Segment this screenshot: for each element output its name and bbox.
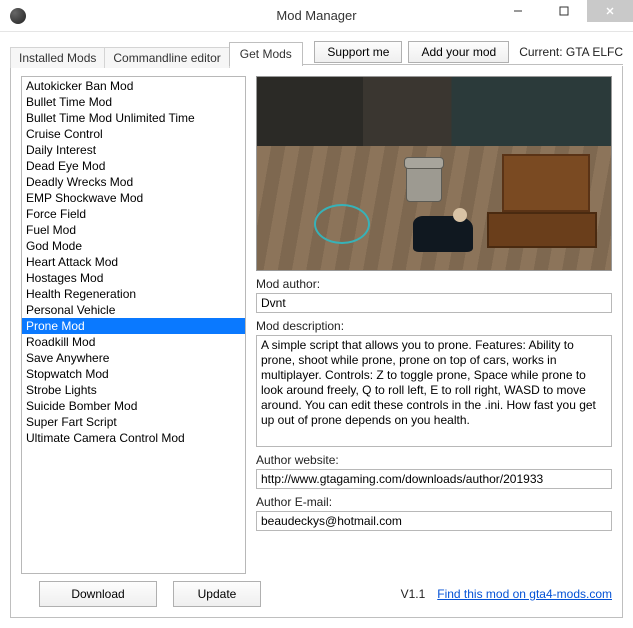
- mod-detail: Mod author: Mod description: A simple sc…: [256, 76, 612, 574]
- list-item[interactable]: Autokicker Ban Mod: [22, 78, 245, 94]
- list-item[interactable]: Roadkill Mod: [22, 334, 245, 350]
- list-item[interactable]: Personal Vehicle: [22, 302, 245, 318]
- find-mod-link[interactable]: Find this mod on gta4-mods.com: [437, 587, 612, 601]
- list-item[interactable]: Daily Interest: [22, 142, 245, 158]
- mod-author-field[interactable]: [256, 293, 612, 313]
- download-button[interactable]: Download: [39, 581, 157, 607]
- update-button[interactable]: Update: [173, 581, 261, 607]
- app-icon: [10, 8, 26, 24]
- tab-installed-mods[interactable]: Installed Mods: [10, 47, 105, 68]
- list-item[interactable]: EMP Shockwave Mod: [22, 190, 245, 206]
- close-button[interactable]: [587, 0, 633, 22]
- client-area: Installed Mods Commandline editor Get Mo…: [0, 32, 633, 628]
- list-item[interactable]: Dead Eye Mod: [22, 158, 245, 174]
- tabs: Installed Mods Commandline editor Get Mo…: [10, 39, 302, 65]
- mod-description-label: Mod description:: [256, 319, 612, 333]
- list-item[interactable]: Fuel Mod: [22, 222, 245, 238]
- add-your-mod-button[interactable]: Add your mod: [408, 41, 509, 63]
- bottom-row: Download Update V1.1 Find this mod on gt…: [21, 581, 612, 607]
- list-item[interactable]: Suicide Bomber Mod: [22, 398, 245, 414]
- minimize-icon: [513, 6, 523, 16]
- list-item[interactable]: Ultimate Camera Control Mod: [22, 430, 245, 446]
- mod-author-label: Mod author:: [256, 277, 612, 291]
- mods-listbox[interactable]: Autokicker Ban ModBullet Time ModBullet …: [21, 76, 246, 574]
- list-item[interactable]: Health Regeneration: [22, 286, 245, 302]
- version-label: V1.1: [401, 587, 426, 601]
- close-icon: [605, 6, 615, 16]
- current-game-label: Current: GTA ELFC: [519, 45, 623, 59]
- list-item[interactable]: Stopwatch Mod: [22, 366, 245, 382]
- mod-screenshot: [256, 76, 612, 271]
- list-item[interactable]: Super Fart Script: [22, 414, 245, 430]
- list-item[interactable]: Bullet Time Mod Unlimited Time: [22, 110, 245, 126]
- author-website-label: Author website:: [256, 453, 612, 467]
- list-item[interactable]: Heart Attack Mod: [22, 254, 245, 270]
- list-item[interactable]: Force Field: [22, 206, 245, 222]
- list-item[interactable]: Deadly Wrecks Mod: [22, 174, 245, 190]
- top-row: Installed Mods Commandline editor Get Mo…: [10, 38, 623, 66]
- maximize-button[interactable]: [541, 0, 587, 22]
- titlebar: Mod Manager: [0, 0, 633, 32]
- tab-commandline-editor[interactable]: Commandline editor: [104, 47, 229, 68]
- tab-get-mods[interactable]: Get Mods: [229, 42, 303, 66]
- mod-description-field[interactable]: A simple script that allows you to prone…: [256, 335, 612, 447]
- author-email-field[interactable]: [256, 511, 612, 531]
- author-website-field[interactable]: [256, 469, 612, 489]
- support-me-button[interactable]: Support me: [314, 41, 402, 63]
- window-buttons: [495, 0, 633, 22]
- list-item[interactable]: Bullet Time Mod: [22, 94, 245, 110]
- list-item[interactable]: Save Anywhere: [22, 350, 245, 366]
- minimize-button[interactable]: [495, 0, 541, 22]
- maximize-icon: [559, 6, 569, 16]
- list-item[interactable]: God Mode: [22, 238, 245, 254]
- list-item[interactable]: Prone Mod: [22, 318, 245, 334]
- list-item[interactable]: Strobe Lights: [22, 382, 245, 398]
- list-item[interactable]: Cruise Control: [22, 126, 245, 142]
- tab-panel-get-mods: Autokicker Ban ModBullet Time ModBullet …: [10, 66, 623, 618]
- author-email-label: Author E-mail:: [256, 495, 612, 509]
- list-item[interactable]: Hostages Mod: [22, 270, 245, 286]
